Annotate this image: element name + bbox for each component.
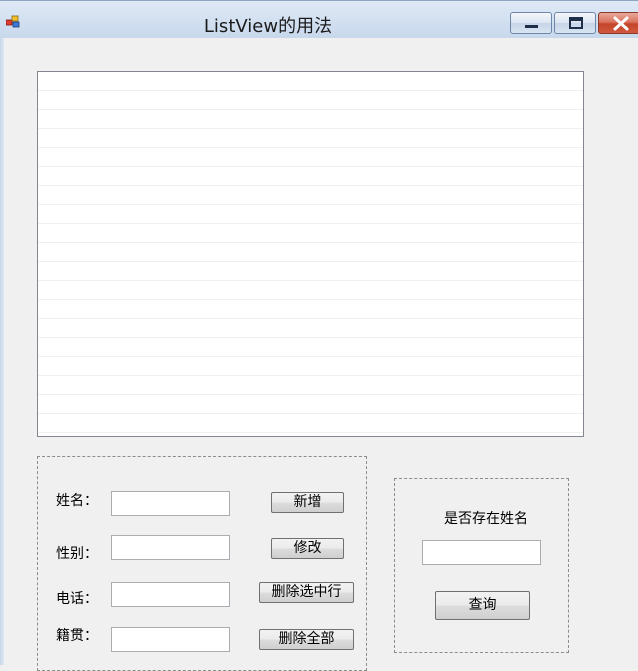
- list-row[interactable]: [38, 91, 583, 110]
- maximize-icon: [569, 17, 583, 29]
- search-groupbox: [394, 478, 569, 653]
- list-view[interactable]: [37, 71, 584, 437]
- search-name-input[interactable]: [422, 540, 541, 565]
- phone-label: 电话：: [56, 591, 98, 607]
- list-row[interactable]: [38, 376, 583, 395]
- add-button[interactable]: 新增: [271, 492, 344, 513]
- search-label: 是否存在姓名: [444, 511, 528, 527]
- list-row[interactable]: [38, 262, 583, 281]
- close-icon: [613, 16, 629, 31]
- delete-selected-button[interactable]: 删除选中行: [259, 582, 354, 603]
- list-row[interactable]: [38, 224, 583, 243]
- list-row[interactable]: [38, 148, 583, 167]
- title-bar[interactable]: ListView的用法: [0, 0, 638, 38]
- list-row[interactable]: [38, 357, 583, 376]
- gender-input[interactable]: [111, 535, 230, 560]
- list-row[interactable]: [38, 72, 583, 91]
- minimize-icon: [525, 25, 538, 28]
- list-row[interactable]: [38, 414, 583, 433]
- list-row[interactable]: [38, 167, 583, 186]
- minimize-button[interactable]: [510, 12, 552, 34]
- native-place-input[interactable]: [111, 627, 230, 652]
- list-row[interactable]: [38, 129, 583, 148]
- list-row[interactable]: [38, 243, 583, 262]
- gender-label: 性别：: [56, 546, 98, 562]
- list-row[interactable]: [38, 281, 583, 300]
- modify-button[interactable]: 修改: [271, 538, 344, 559]
- delete-all-button[interactable]: 删除全部: [259, 629, 354, 650]
- query-button[interactable]: 查询: [435, 591, 530, 620]
- close-button[interactable]: [598, 12, 638, 34]
- list-row[interactable]: [38, 205, 583, 224]
- list-row[interactable]: [38, 300, 583, 319]
- list-row[interactable]: [38, 319, 583, 338]
- native-place-label: 籍贯：: [56, 628, 98, 644]
- list-row[interactable]: [38, 186, 583, 205]
- name-input[interactable]: [111, 491, 230, 516]
- window-frame: [0, 0, 4, 665]
- maximize-button[interactable]: [554, 12, 596, 34]
- list-row[interactable]: [38, 395, 583, 414]
- list-row[interactable]: [38, 338, 583, 357]
- list-row[interactable]: [38, 110, 583, 129]
- phone-input[interactable]: [111, 582, 230, 607]
- window-title: ListView的用法: [203, 16, 333, 37]
- name-label: 姓名：: [56, 493, 98, 509]
